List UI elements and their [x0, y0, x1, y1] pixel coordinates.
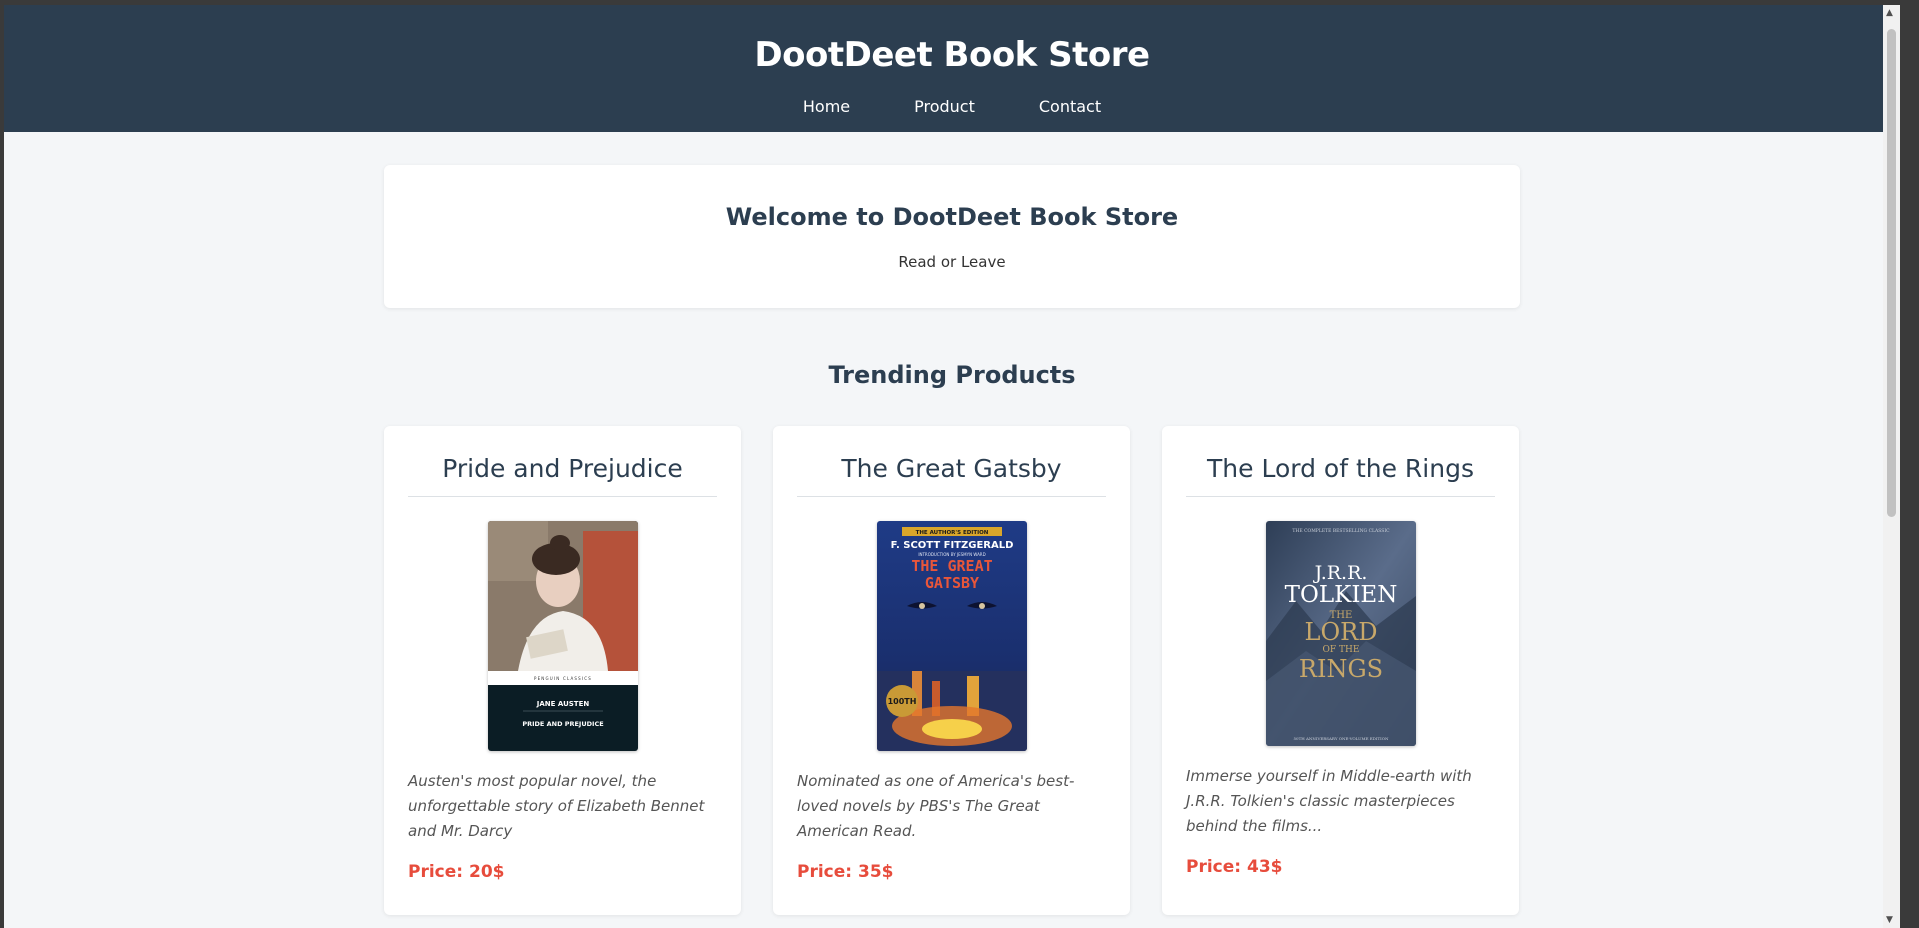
book-cover-image[interactable]: THE COMPLETE BESTSELLING CLASSIC J.R.R. … — [1265, 521, 1416, 746]
product-title[interactable]: The Great Gatsby — [797, 454, 1106, 497]
cover-author-text: JANE AUSTEN — [535, 700, 589, 708]
product-card[interactable]: The Lord of the Rings THE COMPLETE BESTS… — [1162, 426, 1519, 915]
product-description: Austen's most popular novel, the unforge… — [408, 772, 705, 840]
product-price: Price: 43$ — [1186, 857, 1283, 877]
cover-footer-text: 50TH ANNIVERSARY ONE-VOLUME EDITION — [1293, 736, 1388, 741]
product-title[interactable]: Pride and Prejudice — [408, 454, 717, 497]
book-cover-image[interactable]: THE AUTHOR'S EDITION F. SCOTT FITZGERALD… — [876, 521, 1027, 751]
cover-title-line3: OF THE — [1322, 645, 1359, 655]
book-cover-image[interactable]: PENGUIN CLASSICS JANE AUSTEN PRIDE AND P… — [487, 521, 638, 751]
product-card[interactable]: The Great Gatsby THE AUTHOR'S EDITION F.… — [773, 426, 1130, 915]
site-title: DootDeet Book Store — [754, 35, 1150, 75]
cover-author-text: F. SCOTT FITZGERALD — [890, 540, 1013, 551]
welcome-card: Welcome to DootDeet Book Store Read or L… — [384, 165, 1520, 308]
main-content: Welcome to DootDeet Book Store Read or L… — [384, 165, 1520, 915]
scroll-down-arrow-icon[interactable]: ▼ — [1886, 915, 1893, 925]
scroll-thumb[interactable] — [1887, 29, 1896, 517]
nav-product-link[interactable]: Product — [914, 97, 975, 116]
cover-author-line2: TOLKIEN — [1284, 582, 1397, 608]
vertical-scrollbar[interactable]: ▲ ▼ — [1883, 5, 1900, 928]
product-price: Price: 20$ — [408, 862, 505, 882]
cover-badge-text: 100TH — [887, 697, 916, 706]
cover-title-line4: RINGS — [1298, 655, 1382, 683]
product-card[interactable]: Pride and Prejudice PENGUIN CLASSICS JAN… — [384, 426, 741, 915]
welcome-title: Welcome to DootDeet Book Store — [725, 203, 1179, 231]
main-nav: Home Product Contact — [4, 97, 1900, 116]
scroll-up-arrow-icon[interactable]: ▲ — [1886, 8, 1893, 18]
browser-viewport: DootDeet Book Store Home Product Contact… — [4, 5, 1900, 928]
cover-author-line1: J.R.R. — [1312, 562, 1367, 584]
nav-contact-link[interactable]: Contact — [1039, 97, 1101, 116]
cover-title-line1: THE GREAT — [911, 557, 992, 575]
trending-title: Trending Products — [828, 361, 1076, 389]
product-grid: Pride and Prejudice PENGUIN CLASSICS JAN… — [384, 426, 1520, 915]
cover-series-text: PENGUIN CLASSICS — [533, 676, 591, 681]
product-title[interactable]: The Lord of the Rings — [1186, 454, 1495, 497]
cover-title-line2: LORD — [1304, 618, 1377, 646]
product-price: Price: 35$ — [797, 862, 894, 882]
cover-edition-text: THE AUTHOR'S EDITION — [915, 530, 988, 536]
cover-title-text: PRIDE AND PREJUDICE — [522, 720, 603, 728]
product-description: Immerse yourself in Middle-earth with J.… — [1186, 767, 1472, 835]
nav-home-link[interactable]: Home — [803, 97, 850, 116]
cover-title-line2: GATSBY — [924, 574, 978, 592]
cover-tagline-text: THE COMPLETE BESTSELLING CLASSIC — [1292, 528, 1390, 534]
welcome-subtitle: Read or Leave — [898, 253, 1006, 271]
site-header: DootDeet Book Store Home Product Contact — [4, 5, 1900, 132]
product-description: Nominated as one of America's best-loved… — [797, 772, 1075, 840]
